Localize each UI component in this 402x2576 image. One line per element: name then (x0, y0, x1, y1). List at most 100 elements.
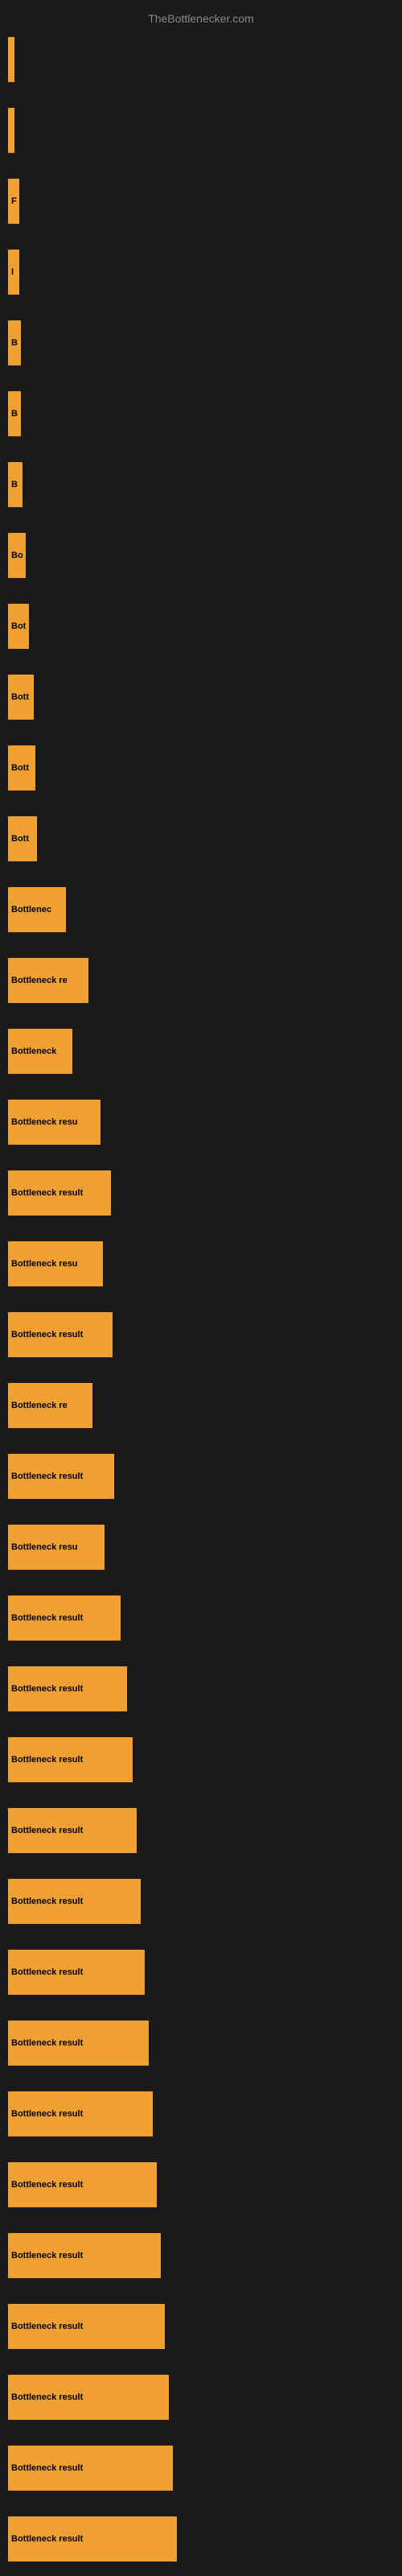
bar-label: Bott (11, 692, 29, 702)
bar-block: Bott (8, 816, 37, 861)
bar-row: Bottleneck result (8, 1158, 402, 1228)
bar-block: Bo (8, 533, 26, 578)
bar-label: Bottleneck result (11, 1967, 83, 1977)
bar-label: Bottleneck resu (11, 1259, 78, 1269)
bar-row: Bottleneck result (8, 2008, 402, 2079)
bar-block: Bottleneck result (8, 2021, 149, 2066)
bar-label: Bottleneck result (11, 1188, 83, 1198)
bar-label: I (11, 267, 14, 277)
bar-row: Bottleneck result (8, 1795, 402, 1866)
bar-block: Bot (8, 604, 29, 649)
bar-label: Bottlenec (11, 905, 51, 914)
bar-label: Bo (11, 551, 23, 560)
bar-row: Bottleneck result (8, 2149, 402, 2220)
bar-block: Bottleneck (8, 1029, 72, 1074)
bar-label: Bottleneck result (11, 1330, 83, 1340)
bars-container: F I B B B Bo Bot Bott Bott Bott Bottlenec Bottlenec… (0, 24, 402, 2574)
bar-block: Bottleneck result (8, 1312, 113, 1357)
bar-row: Bottleneck (8, 1016, 402, 1087)
bar-block: Bottleneck result (8, 1596, 121, 1641)
bar-row: Bottleneck resu (8, 1228, 402, 1299)
bar-row: Bottleneck result (8, 1583, 402, 1653)
bar-block: Bottleneck result (8, 2375, 169, 2420)
bar-label: Bottleneck result (11, 2322, 83, 2331)
bar-label: Bottleneck result (11, 1755, 83, 1765)
bar-row: Bottleneck result (8, 2291, 402, 2362)
bar-label: Bottleneck result (11, 2038, 83, 2048)
bar-block: Bottleneck re (8, 958, 88, 1003)
bar-label: Bottleneck result (11, 2463, 83, 2473)
bar-block: Bottleneck result (8, 2516, 177, 2562)
bar-row: Bottleneck result (8, 2433, 402, 2504)
bar-label: Bott (11, 834, 29, 844)
bar-block: Bottleneck re (8, 1383, 92, 1428)
bar-row: Bottleneck result (8, 2504, 402, 2574)
bar-block: Bott (8, 675, 34, 720)
bar-row: Bot (8, 591, 402, 662)
bar-row: I (8, 237, 402, 308)
bar-row (8, 95, 402, 166)
bar-label: Bottleneck result (11, 1472, 83, 1481)
bar-block: Bottleneck resu (8, 1100, 100, 1145)
bar-label: Bottleneck result (11, 2534, 83, 2544)
bar-row: B (8, 449, 402, 520)
bar-block: Bottleneck result (8, 1454, 114, 1499)
bar-label: Bottleneck re (11, 976, 68, 985)
bar-block: F (8, 179, 19, 224)
bar-label: B (11, 338, 18, 348)
bar-row: Bottleneck re (8, 1370, 402, 1441)
bar-row: Bottleneck result (8, 1724, 402, 1795)
bar-row: Bottleneck result (8, 1441, 402, 1512)
bar-block (8, 37, 14, 82)
bar-row: Bo (8, 520, 402, 591)
bar-row: Bottleneck result (8, 1937, 402, 2008)
bar-row: Bott (8, 662, 402, 733)
bar-block: Bott (8, 745, 35, 791)
bar-block: Bottlenec (8, 887, 66, 932)
bar-row: Bottleneck result (8, 1653, 402, 1724)
bar-block: Bottleneck result (8, 2446, 173, 2491)
bar-label: Bottleneck result (11, 2392, 83, 2402)
bar-row: Bottleneck result (8, 2079, 402, 2149)
bar-label: B (11, 480, 18, 489)
bar-row (8, 24, 402, 95)
bar-block: Bottleneck result (8, 1737, 133, 1782)
bar-label: Bottleneck result (11, 2180, 83, 2190)
bar-label: Bot (11, 621, 26, 631)
bar-row: Bottleneck result (8, 1299, 402, 1370)
bar-block: B (8, 462, 23, 507)
bar-label: Bottleneck result (11, 2109, 83, 2119)
bar-row: F (8, 166, 402, 237)
bar-block: Bottleneck resu (8, 1241, 103, 1286)
bar-label: Bottleneck (11, 1046, 56, 1056)
bar-label: Bottleneck result (11, 1897, 83, 1906)
bar-block: Bottleneck result (8, 1950, 145, 1995)
bar-block: Bottleneck resu (8, 1525, 105, 1570)
bar-block: Bottleneck result (8, 2162, 157, 2207)
bar-label: Bottleneck resu (11, 1542, 78, 1552)
bar-label: Bottleneck re (11, 1401, 68, 1410)
bar-row: B (8, 378, 402, 449)
bar-row: B (8, 308, 402, 378)
bar-row: Bottlenec (8, 874, 402, 945)
bar-row: Bottleneck resu (8, 1087, 402, 1158)
bar-block: Bottleneck result (8, 2304, 165, 2349)
bar-label: Bottleneck result (11, 1684, 83, 1694)
bar-block: Bottleneck result (8, 1879, 141, 1924)
bar-label: Bottleneck result (11, 1613, 83, 1623)
bar-block: B (8, 320, 21, 365)
bar-row: Bott (8, 803, 402, 874)
bar-row: Bottleneck re (8, 945, 402, 1016)
bar-row: Bottleneck result (8, 1866, 402, 1937)
bar-block: I (8, 250, 19, 295)
bar-row: Bottleneck result (8, 2220, 402, 2291)
bar-row: Bottleneck result (8, 2362, 402, 2433)
bar-block: Bottleneck result (8, 1170, 111, 1216)
bar-block: B (8, 391, 21, 436)
bar-label: Bottleneck result (11, 1826, 83, 1835)
bar-block (8, 108, 14, 153)
bar-label: F (11, 196, 17, 206)
bar-block: Bottleneck result (8, 1808, 137, 1853)
bar-label: B (11, 409, 18, 419)
bar-label: Bott (11, 763, 29, 773)
